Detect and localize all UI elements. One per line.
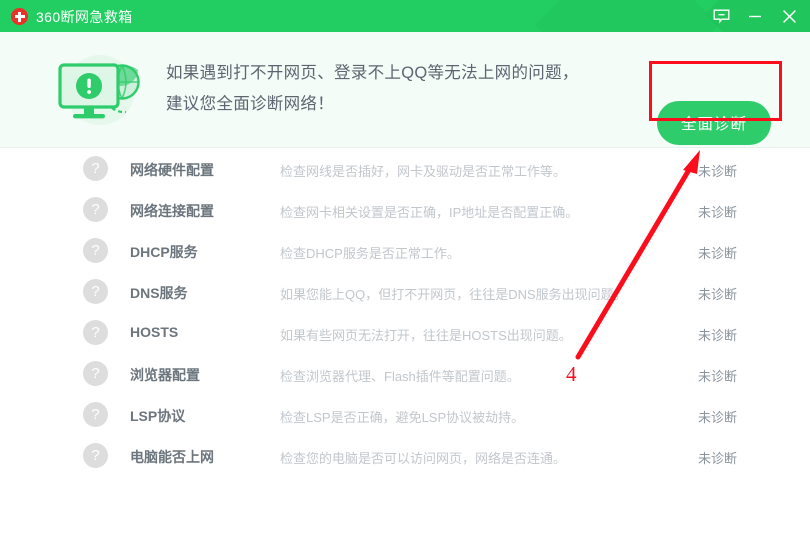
table-row[interactable]: ? HOSTS 如果有些网页无法打开，往往是HOSTS出现问题。 未诊断 (0, 312, 810, 353)
table-row[interactable]: ? LSP协议 检查LSP是否正确，避免LSP协议被劫持。 未诊断 (0, 394, 810, 435)
question-mark-icon: ? (83, 361, 108, 386)
app-title: 360断网急救箱 (36, 9, 133, 25)
row-description: 如果有些网页无法打开，往往是HOSTS出现问题。 (280, 328, 572, 343)
feedback-message-icon[interactable] (704, 0, 738, 32)
row-description: 检查LSP是否正确，避免LSP协议被劫持。 (280, 410, 525, 425)
title-bar-decoration (535, 0, 719, 32)
close-icon[interactable] (772, 0, 806, 32)
row-title: 网络连接配置 (130, 203, 214, 219)
status-badge: 未诊断 (698, 328, 738, 343)
row-description: 检查您的电脑是否可以访问网页，网络是否连通。 (280, 451, 567, 466)
question-mark-icon: ? (83, 279, 108, 304)
status-badge: 未诊断 (698, 369, 738, 384)
question-mark-icon: ? (83, 443, 108, 468)
table-row[interactable]: ? DHCP服务 检查DHCP服务是否正常工作。 未诊断 (0, 230, 810, 271)
table-row[interactable]: ? DNS服务 如果您能上QQ，但打不开网页，往往是DNS服务出现问题。 未诊断 (0, 271, 810, 312)
table-row[interactable]: ? 电脑能否上网 检查您的电脑是否可以访问网页，网络是否连通。 未诊断 (0, 435, 810, 476)
row-title: LSP协议 (130, 408, 186, 424)
row-description: 检查网线是否插好，网卡及驱动是否正常工作等。 (280, 164, 567, 179)
row-title: 网络硬件配置 (130, 162, 214, 178)
row-description: 检查DHCP服务是否正常工作。 (280, 246, 460, 261)
row-description: 检查网卡相关设置是否正确，IP地址是否配置正确。 (280, 205, 579, 220)
row-description: 检查浏览器代理、Flash插件等配置问题。 (280, 369, 520, 384)
question-mark-icon: ? (83, 197, 108, 222)
row-description: 如果您能上QQ，但打不开网页，往往是DNS服务出现问题。 (280, 287, 627, 302)
first-aid-cross-icon (11, 8, 28, 25)
banner-message-line1: 如果遇到打不开网页、登录不上QQ等无法上网的问题， (166, 64, 579, 82)
question-mark-icon: ? (83, 320, 108, 345)
header-banner: 如果遇到打不开网页、登录不上QQ等无法上网的问题， 建议您全面诊断网络！ 全面诊… (0, 32, 810, 148)
banner-message-line2: 建议您全面诊断网络！ (166, 95, 334, 113)
row-title: 电脑能否上网 (130, 449, 214, 465)
question-mark-icon: ? (83, 156, 108, 181)
status-badge: 未诊断 (698, 205, 738, 220)
question-mark-icon: ? (83, 238, 108, 263)
question-mark-icon: ? (83, 402, 108, 427)
full-diagnose-button[interactable]: 全面诊断 (657, 101, 771, 145)
row-title: DHCP服务 (130, 244, 198, 260)
table-row[interactable]: ? 网络硬件配置 检查网线是否插好，网卡及驱动是否正常工作等。 未诊断 (0, 148, 810, 189)
title-bar: 360断网急救箱 (0, 0, 810, 32)
banner-message: 如果遇到打不开网页、登录不上QQ等无法上网的问题， 建议您全面诊断网络！ (166, 58, 579, 120)
app-window: 360断网急救箱 如果遇到打不开网页、登录不上QQ等无法上网的问题， 建议您全面… (0, 0, 810, 535)
status-badge: 未诊断 (698, 451, 738, 466)
table-row[interactable]: ? 浏览器配置 检查浏览器代理、Flash插件等配置问题。 未诊断 (0, 353, 810, 394)
row-title: DNS服务 (130, 285, 188, 301)
minimize-icon[interactable] (738, 0, 772, 32)
status-badge: 未诊断 (698, 410, 738, 425)
status-badge: 未诊断 (698, 164, 738, 179)
row-title: 浏览器配置 (130, 367, 200, 383)
row-title: HOSTS (130, 324, 179, 340)
monitor-warning-globe-icon (48, 46, 152, 134)
diagnostic-list: ? 网络硬件配置 检查网线是否插好，网卡及驱动是否正常工作等。 未诊断 ? 网络… (0, 148, 810, 476)
status-badge: 未诊断 (698, 246, 738, 261)
table-row[interactable]: ? 网络连接配置 检查网卡相关设置是否正确，IP地址是否配置正确。 未诊断 (0, 189, 810, 230)
status-badge: 未诊断 (698, 287, 738, 302)
